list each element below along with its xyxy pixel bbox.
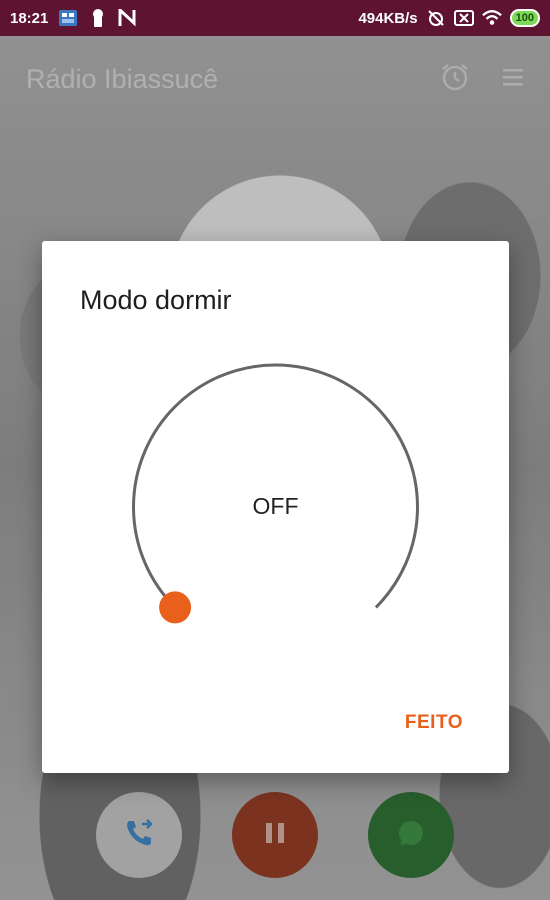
- battery-icon: 100: [509, 9, 540, 27]
- network-speed: 494KB/s: [358, 9, 418, 27]
- dial-track[interactable]: [132, 363, 419, 609]
- sleep-mode-dialog: Modo dormir OFF FEITO: [42, 241, 509, 773]
- done-button[interactable]: FEITO: [405, 712, 463, 734]
- app-notification-icon: [58, 8, 78, 28]
- alarm-off-icon: [426, 8, 446, 28]
- clock: 18:21: [10, 9, 49, 27]
- close-box-icon: [453, 8, 474, 28]
- status-bar: 18:21 494KB/s 100: [0, 0, 550, 36]
- keyhole-icon: [88, 8, 108, 28]
- wifi-icon: [481, 8, 502, 28]
- dial-value: OFF: [252, 493, 299, 519]
- dial-handle[interactable]: [159, 591, 192, 624]
- n-app-icon: [118, 8, 138, 28]
